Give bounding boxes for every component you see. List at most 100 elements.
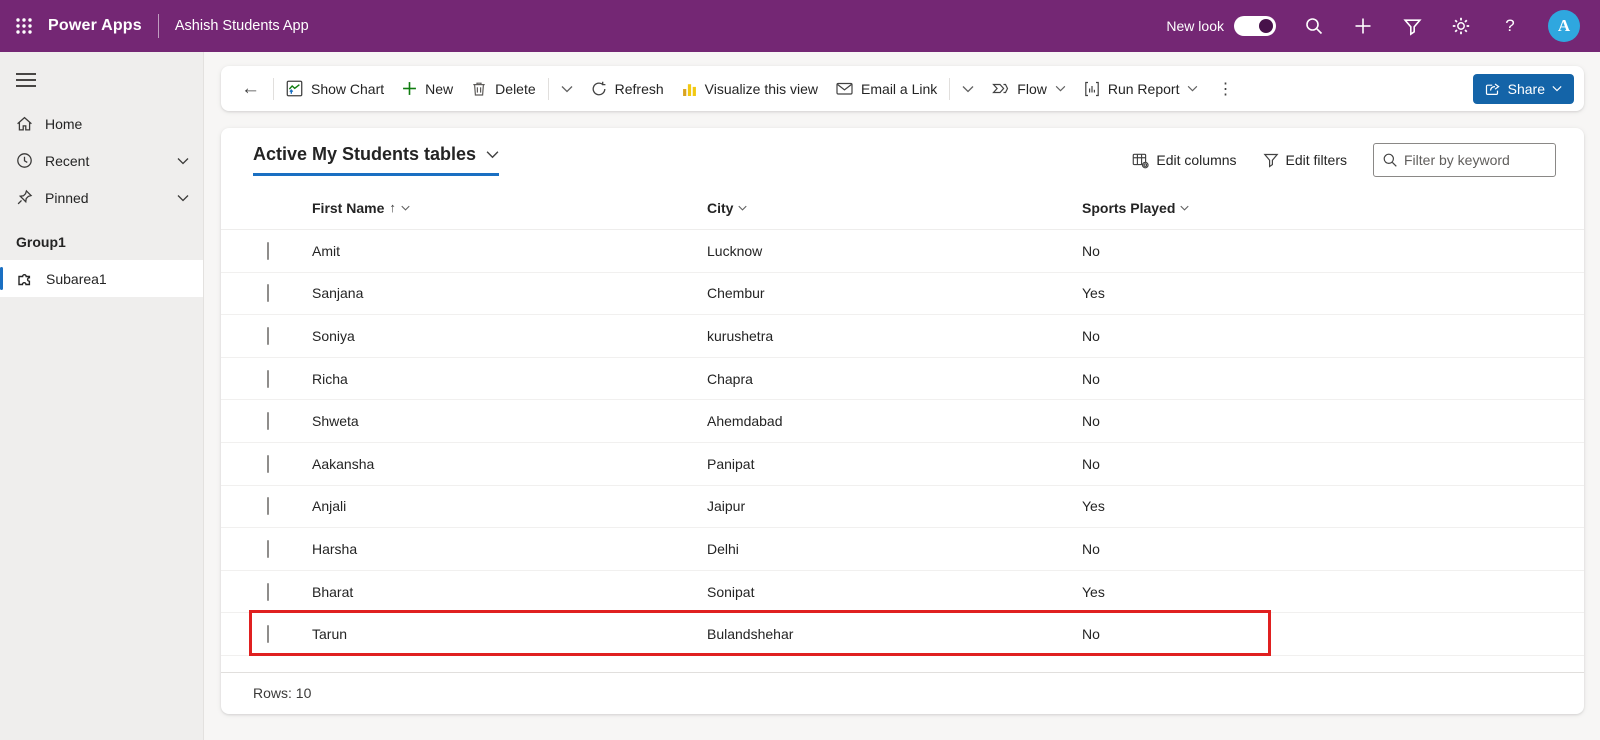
sidebar-item-pinned[interactable]: Pinned (0, 179, 203, 216)
chevron-down-icon (962, 85, 974, 93)
settings-icon[interactable] (1450, 15, 1472, 37)
run-report-button[interactable]: Run Report (1075, 73, 1208, 105)
chevron-down-icon[interactable] (738, 205, 747, 211)
home-icon (16, 115, 33, 132)
table-row-highlighted[interactable]: Tarun Bulandshehar No (221, 613, 1584, 656)
visualize-icon (682, 81, 697, 96)
avatar[interactable]: A (1548, 10, 1580, 42)
table-row[interactable]: Aakansha Panipat No (221, 443, 1584, 486)
new-look-control: New look (1166, 16, 1276, 36)
table-row[interactable]: Shweta Ahemdabad No (221, 400, 1584, 443)
back-arrow-icon[interactable]: ← (231, 78, 270, 100)
chevron-down-icon (1055, 85, 1066, 92)
envelope-icon (836, 81, 853, 96)
top-app-bar: Power Apps Ashish Students App New look (0, 0, 1600, 52)
row-checkbox[interactable] (267, 284, 269, 302)
cell-first-name: Sanjana (312, 285, 707, 301)
column-header-city[interactable]: City (707, 200, 1082, 216)
new-button[interactable]: New (393, 73, 462, 105)
show-chart-button[interactable]: Show Chart (277, 73, 393, 105)
chevron-down-icon[interactable] (401, 205, 410, 211)
cell-first-name: Aakansha (312, 456, 707, 472)
row-checkbox[interactable] (267, 412, 269, 430)
selected-indicator (0, 267, 3, 290)
report-icon (1084, 81, 1100, 97)
sidebar-item-recent[interactable]: Recent (0, 142, 203, 179)
row-checkbox[interactable] (267, 242, 269, 260)
waffle-icon[interactable] (0, 0, 48, 52)
more-vertical-icon[interactable]: ⋮ (1207, 79, 1243, 99)
table-row[interactable]: Bharat Sonipat Yes (221, 571, 1584, 614)
chevron-down-icon (486, 150, 499, 159)
trash-icon (471, 81, 487, 97)
toggle-knob (1259, 19, 1273, 33)
table-header: First Name ↑ City Sports Played (221, 186, 1584, 230)
table-row[interactable]: Amit Lucknow No (221, 230, 1584, 273)
chevron-down-icon[interactable] (1180, 205, 1189, 211)
overflow-chevron[interactable] (552, 73, 582, 105)
refresh-button[interactable]: Refresh (582, 73, 673, 105)
rows-count: Rows: 10 (253, 685, 311, 701)
command-bar: ← Show Chart New Delete (221, 66, 1584, 111)
column-header-first-name[interactable]: First Name ↑ (312, 200, 707, 216)
pin-icon (16, 189, 33, 206)
puzzle-icon (16, 270, 34, 288)
command-divider (273, 78, 274, 100)
view-title-text: Active My Students tables (253, 144, 476, 165)
table-row[interactable]: Richa Chapra No (221, 358, 1584, 401)
magnifier-icon (1382, 152, 1398, 168)
sidebar-item-label: Recent (45, 153, 89, 169)
sidebar-item-subarea1[interactable]: Subarea1 (0, 260, 203, 297)
cell-sports-played: No (1082, 328, 1554, 344)
filter-keyword-box[interactable] (1373, 143, 1556, 177)
visualize-view-button[interactable]: Visualize this view (673, 73, 827, 105)
column-header-sports-played[interactable]: Sports Played (1082, 200, 1554, 216)
help-icon[interactable]: ? (1499, 15, 1521, 37)
row-checkbox[interactable] (267, 583, 269, 601)
hamburger-icon[interactable] (0, 52, 56, 105)
filter-keyword-input[interactable] (1404, 152, 1534, 168)
delete-button[interactable]: Delete (462, 73, 544, 105)
edit-columns-icon (1132, 152, 1149, 169)
email-link-button[interactable]: Email a Link (827, 73, 946, 105)
row-checkbox[interactable] (267, 370, 269, 388)
row-checkbox[interactable] (267, 625, 269, 643)
table-row[interactable]: Sanjana Chembur Yes (221, 273, 1584, 316)
table-row[interactable]: Harsha Delhi No (221, 528, 1584, 571)
sidebar-item-home[interactable]: Home (0, 105, 203, 142)
chevron-down-icon[interactable] (177, 194, 189, 202)
product-name[interactable]: Power Apps (48, 17, 142, 35)
plus-icon (402, 81, 417, 96)
funnel-icon (1263, 152, 1279, 168)
sidebar-item-label: Pinned (45, 190, 89, 206)
flow-button[interactable]: Flow (983, 73, 1075, 105)
cell-first-name: Shweta (312, 413, 707, 429)
new-look-toggle[interactable] (1234, 16, 1276, 36)
row-checkbox[interactable] (267, 497, 269, 515)
edit-filters-button[interactable]: Edit filters (1263, 152, 1347, 168)
cell-sports-played: Yes (1082, 584, 1554, 600)
filter-icon[interactable] (1401, 15, 1423, 37)
share-button[interactable]: Share (1473, 74, 1574, 104)
sidebar-item-label: Home (45, 116, 82, 132)
cell-sports-played: No (1082, 371, 1554, 387)
chevron-down-icon[interactable] (177, 157, 189, 165)
cell-city: Panipat (707, 456, 1082, 472)
edit-columns-button[interactable]: Edit columns (1132, 152, 1236, 169)
search-icon[interactable] (1303, 15, 1325, 37)
sidebar-item-label: Subarea1 (46, 271, 107, 287)
table-row[interactable]: Soniya kurushetra No (221, 315, 1584, 358)
add-icon[interactable] (1352, 15, 1374, 37)
cell-sports-played: Yes (1082, 498, 1554, 514)
chevron-down-icon (1552, 85, 1562, 92)
row-checkbox[interactable] (267, 455, 269, 473)
view-selector[interactable]: Active My Students tables (253, 144, 499, 176)
table-row[interactable]: Anjali Jaipur Yes (221, 486, 1584, 529)
overflow-chevron[interactable] (953, 73, 983, 105)
sidebar-group-label: Group1 (0, 216, 203, 260)
chevron-down-icon (1187, 85, 1198, 92)
app-name: Ashish Students App (175, 18, 309, 34)
row-checkbox[interactable] (267, 327, 269, 345)
row-checkbox[interactable] (267, 540, 269, 558)
chevron-down-icon (561, 85, 573, 93)
